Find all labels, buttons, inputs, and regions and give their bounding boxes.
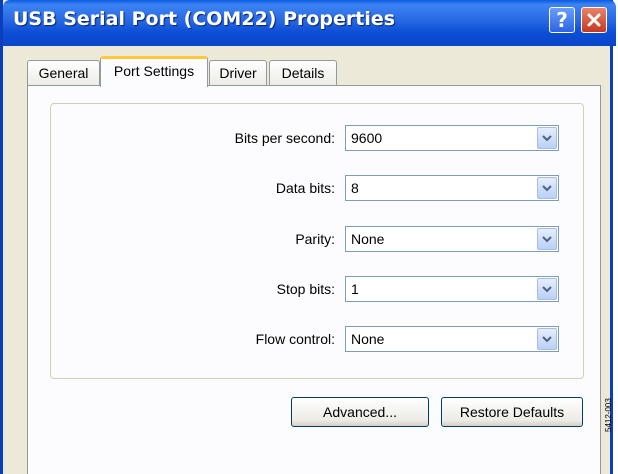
restore-defaults-button[interactable]: Restore Defaults xyxy=(441,397,583,427)
tab-general[interactable]: General xyxy=(27,60,100,86)
close-icon xyxy=(587,13,601,27)
flow-control-label: Flow control: xyxy=(255,331,335,347)
tab-port-settings[interactable]: Port Settings xyxy=(100,56,208,87)
stop-bits-select[interactable]: 1 xyxy=(345,276,559,302)
data-bits-label: Data bits: xyxy=(275,180,335,196)
bits-per-second-label: Bits per second: xyxy=(234,130,335,146)
bits-per-second-select[interactable]: 9600 xyxy=(345,125,559,151)
stop-bits-value: 1 xyxy=(351,281,359,297)
flow-control-select[interactable]: None xyxy=(345,326,559,352)
tab-driver[interactable]: Driver xyxy=(209,60,267,86)
properties-dialog: USB Serial Port (COM22) Properties ? Gen… xyxy=(0,0,616,474)
window-title: USB Serial Port (COM22) Properties xyxy=(13,8,396,30)
parity-label: Parity: xyxy=(295,231,335,247)
close-button[interactable] xyxy=(581,7,607,33)
chevron-down-icon[interactable] xyxy=(537,228,557,250)
help-button[interactable]: ? xyxy=(549,7,575,33)
title-bar[interactable]: USB Serial Port (COM22) Properties ? xyxy=(3,0,616,46)
chevron-down-icon[interactable] xyxy=(537,328,557,350)
port-settings-panel: Bits per second: 9600 Data bits: 8 Parit… xyxy=(27,85,601,474)
chevron-down-icon[interactable] xyxy=(537,177,557,199)
chevron-down-icon[interactable] xyxy=(537,278,557,300)
parity-select[interactable]: None xyxy=(345,226,559,252)
parity-value: None xyxy=(351,231,385,247)
stop-bits-label: Stop bits: xyxy=(276,281,335,297)
tab-details[interactable]: Details xyxy=(269,60,337,86)
figure-code: 5412-003 xyxy=(604,398,613,432)
data-bits-value: 8 xyxy=(351,180,359,196)
bits-per-second-value: 9600 xyxy=(351,130,383,146)
data-bits-select[interactable]: 8 xyxy=(345,175,559,201)
chevron-down-icon[interactable] xyxy=(537,127,557,149)
settings-group: Bits per second: 9600 Data bits: 8 Parit… xyxy=(50,103,584,379)
help-icon: ? xyxy=(556,8,568,32)
advanced-button[interactable]: Advanced... xyxy=(291,397,429,427)
flow-control-value: None xyxy=(351,331,385,347)
